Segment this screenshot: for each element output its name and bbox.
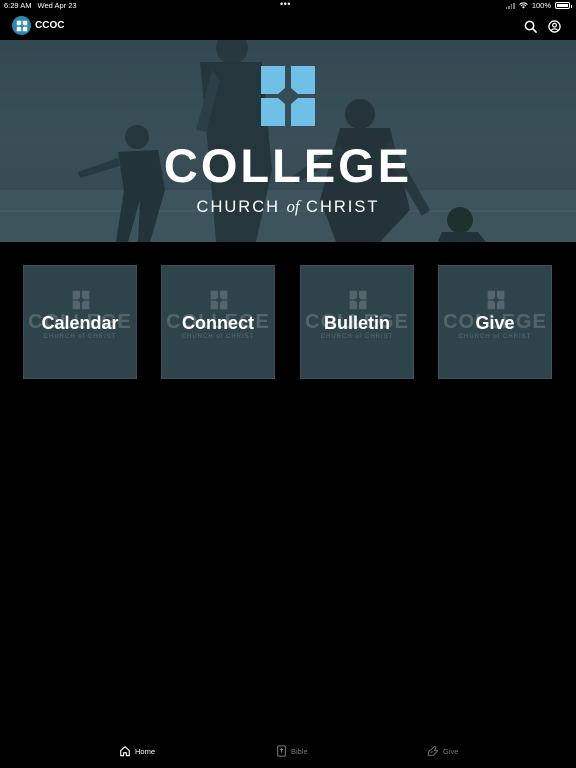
status-left: 6:29 AM Wed Apr 23 — [4, 1, 83, 10]
battery-icon — [555, 2, 572, 9]
hero-banner: COLLEGE CHURCH of CHRIST — [0, 40, 576, 242]
tile-watermark-sub: CHURCH of CHRIST — [181, 334, 255, 340]
tile-calendar[interactable]: COLLEGE CHURCH of CHRIST Calendar — [23, 265, 137, 379]
church-cross-logo-icon[interactable] — [12, 16, 31, 35]
church-cross-watermark-icon — [349, 290, 367, 310]
tile-bulletin[interactable]: COLLEGE CHURCH of CHRIST Bulletin — [300, 265, 414, 379]
wifi-icon — [519, 2, 528, 9]
tile-label: Give — [475, 313, 515, 333]
tile-watermark-sub: CHURCH of CHRIST — [43, 334, 117, 340]
search-icon[interactable] — [522, 18, 538, 34]
hero-subtitle-of: of — [286, 197, 300, 216]
tab-bible[interactable]: Bible — [276, 745, 308, 757]
battery-fill — [557, 4, 568, 7]
tab-label: Bible — [291, 746, 308, 756]
church-cross-watermark-icon — [72, 290, 90, 310]
give-icon — [427, 746, 438, 756]
battery-percent: 100% — [531, 1, 551, 10]
status-time: 6:29 AM — [4, 1, 32, 10]
status-date: Wed Apr 23 — [37, 1, 77, 10]
hero-subtitle: CHURCH of CHRIST — [0, 197, 576, 217]
tab-give[interactable]: Give — [426, 745, 458, 757]
tile-watermark-sub: CHURCH of CHRIST — [458, 334, 532, 340]
status-bar: 6:29 AM Wed Apr 23 ••• 100% — [0, 0, 576, 12]
church-cross-logo-icon — [261, 66, 315, 126]
bible-icon — [277, 745, 286, 757]
tile-label: Connect — [182, 313, 254, 333]
account-icon[interactable] — [546, 18, 562, 34]
app-title: CCOC — [35, 20, 65, 31]
church-cross-watermark-icon — [487, 290, 505, 310]
tile-label: Calendar — [41, 313, 119, 333]
tile-label: Bulletin — [324, 313, 390, 333]
tile-give[interactable]: COLLEGE CHURCH of CHRIST Give — [438, 265, 552, 379]
cellular-signal-icon — [505, 2, 515, 9]
home-icon — [120, 746, 130, 757]
tile-watermark-sub: CHURCH of CHRIST — [320, 334, 394, 340]
tab-label: Give — [443, 746, 459, 756]
tile-connect[interactable]: COLLEGE CHURCH of CHRIST Connect — [161, 265, 275, 379]
hero-subtitle-part1: CHURCH — [196, 198, 287, 216]
tab-home[interactable]: Home — [119, 745, 155, 757]
status-right: 100% — [505, 1, 572, 10]
app-bar: CCOC — [0, 12, 576, 40]
hero-title: COLLEGE — [163, 139, 413, 192]
tab-label: Home — [135, 746, 156, 756]
church-cross-watermark-icon — [210, 290, 228, 310]
bottom-tab-bar: Home Bible Give — [0, 740, 576, 768]
multitasking-dots-icon[interactable]: ••• — [280, 0, 291, 9]
hero-subtitle-part2: CHRIST — [299, 198, 380, 216]
